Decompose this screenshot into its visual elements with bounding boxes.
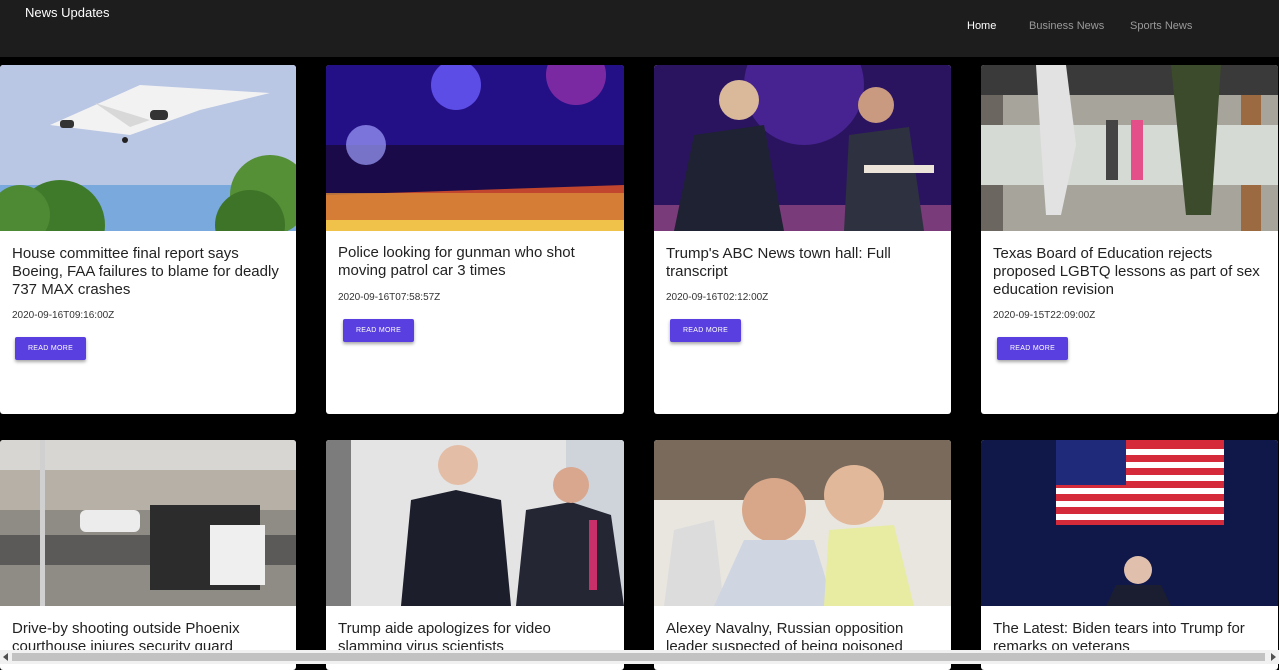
scroll-right-icon[interactable] [1271, 653, 1276, 661]
news-card: Texas Board of Education rejects propose… [981, 65, 1278, 414]
flag-photo[interactable] [981, 440, 1278, 606]
news-card: Police looking for gunman who shot movin… [326, 65, 624, 414]
card-date: 2020-09-15T22:09:00Z [993, 310, 1096, 321]
card-date: 2020-09-16T07:58:57Z [338, 292, 441, 303]
card-date: 2020-09-16T09:16:00Z [12, 310, 115, 321]
nav-item-sports-news[interactable]: Sports News [1130, 20, 1192, 32]
nav-item-business-news[interactable]: Business News [1029, 20, 1104, 32]
news-card: Trump's ABC News town hall: Full transcr… [654, 65, 951, 414]
street-photo[interactable] [0, 440, 296, 606]
card-date: 2020-09-16T02:12:00Z [666, 292, 769, 303]
airplane-photo[interactable] [0, 65, 296, 231]
news-card: Alexey Navalny, Russian opposition leade… [654, 440, 951, 670]
read-more-button[interactable]: READ MORE [997, 337, 1068, 360]
scroll-left-icon[interactable] [3, 653, 8, 661]
news-card: Drive-by shooting outside Phoenix courth… [0, 440, 296, 670]
card-title[interactable]: House committee final report says Boeing… [12, 245, 284, 299]
nav-menu: Home Business News Sports News [0, 20, 1279, 34]
news-card: Trump aide apologizes for video slamming… [326, 440, 624, 670]
school-students-photo[interactable] [981, 65, 1278, 231]
card-title[interactable]: Police looking for gunman who shot movin… [338, 244, 612, 280]
police-tape-photo[interactable] [326, 65, 624, 231]
hospital-photo[interactable] [654, 440, 951, 606]
aide-photo[interactable] [326, 440, 624, 606]
read-more-button[interactable]: READ MORE [670, 319, 741, 342]
news-card: House committee final report says Boeing… [0, 65, 296, 414]
scrollbar-thumb[interactable] [12, 653, 1265, 661]
top-navbar: News Updates Home Business News Sports N… [0, 0, 1279, 57]
horizontal-scrollbar[interactable] [0, 650, 1279, 664]
nav-item-home[interactable]: Home [967, 20, 996, 32]
brand-title[interactable]: News Updates [25, 5, 110, 20]
card-title[interactable]: Texas Board of Education rejects propose… [993, 245, 1266, 299]
read-more-button[interactable]: READ MORE [15, 337, 86, 360]
read-more-button[interactable]: READ MORE [343, 319, 414, 342]
town-hall-photo[interactable] [654, 65, 951, 231]
news-card: The Latest: Biden tears into Trump for r… [981, 440, 1278, 670]
card-title[interactable]: Trump's ABC News town hall: Full transcr… [666, 245, 939, 281]
